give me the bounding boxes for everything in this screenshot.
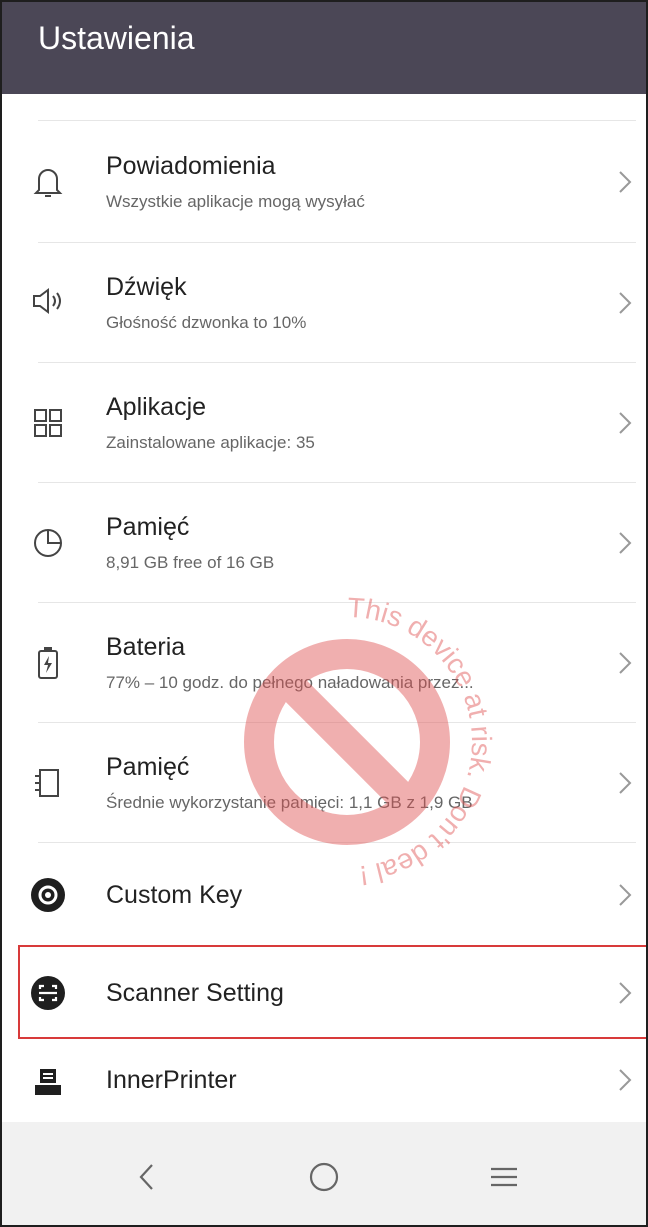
page-title: Ustawienia xyxy=(38,20,195,56)
settings-item-scanner-setting[interactable]: Scanner Setting xyxy=(2,948,646,1038)
home-icon xyxy=(309,1162,339,1192)
settings-item-title: InnerPrinter xyxy=(106,1066,237,1094)
settings-item-custom-key[interactable]: Custom Key xyxy=(2,843,646,948)
chevron-right-icon xyxy=(619,772,632,794)
chevron-right-icon xyxy=(619,982,632,1004)
memory-chip-icon xyxy=(30,765,66,801)
settings-item-memory[interactable]: Pamięć Średnie wykorzystanie pamięci: 1,… xyxy=(2,723,646,843)
menu-icon xyxy=(491,1167,517,1187)
app-header: Ustawienia xyxy=(2,2,646,94)
settings-item-subtitle: 8,91 GB free of 16 GB xyxy=(106,553,275,572)
printer-icon xyxy=(30,1064,66,1100)
settings-item-title: Custom Key xyxy=(106,881,243,909)
settings-item-title: Scanner Setting xyxy=(106,979,284,1007)
chevron-right-icon xyxy=(619,171,632,193)
settings-item-notifications[interactable]: Powiadomienia Wszystkie aplikacje mogą w… xyxy=(2,122,646,242)
settings-item-inner-printer[interactable]: InnerPrinter xyxy=(2,1038,646,1122)
divider xyxy=(38,120,636,121)
home-button[interactable] xyxy=(294,1152,354,1202)
pie-chart-icon xyxy=(30,525,66,561)
menu-button[interactable] xyxy=(474,1152,534,1202)
settings-item-subtitle: Głośność dzwonka to 10% xyxy=(106,313,307,332)
chevron-right-icon xyxy=(619,652,632,674)
settings-item-apps[interactable]: Aplikacje Zainstalowane aplikacje: 35 xyxy=(2,363,646,483)
back-icon xyxy=(139,1164,153,1190)
battery-icon xyxy=(30,645,66,681)
settings-item-battery[interactable]: Bateria 77% – 10 godz. do pełnego nałado… xyxy=(2,603,646,723)
apps-grid-icon xyxy=(30,405,66,441)
bell-icon xyxy=(30,164,66,200)
settings-item-subtitle: 77% – 10 godz. do pełnego naładowania pr… xyxy=(106,673,474,692)
settings-item-subtitle: Zainstalowane aplikacje: 35 xyxy=(106,433,315,452)
settings-item-subtitle: Wszystkie aplikacje mogą wysyłać xyxy=(106,192,365,211)
settings-item-storage[interactable]: Pamięć 8,91 GB free of 16 GB xyxy=(2,483,646,603)
chevron-right-icon xyxy=(619,412,632,434)
settings-item-title: Powiadomienia xyxy=(106,152,276,180)
scanner-icon xyxy=(30,975,66,1011)
chevron-right-icon xyxy=(619,884,632,906)
back-button[interactable] xyxy=(116,1152,176,1202)
chevron-right-icon xyxy=(619,1069,632,1091)
settings-item-title: Pamięć xyxy=(106,753,190,781)
settings-item-subtitle: Średnie wykorzystanie pamięci: 1,1 GB z … xyxy=(106,793,473,812)
chevron-right-icon xyxy=(619,532,632,554)
settings-item-title: Bateria xyxy=(106,633,186,661)
settings-item-title: Aplikacje xyxy=(106,393,207,421)
settings-item-title: Pamięć xyxy=(106,513,190,541)
settings-screen: Ustawienia Powiadomienia Wszystkie aplik… xyxy=(0,0,648,1227)
settings-item-title: Dźwięk xyxy=(106,273,187,301)
settings-item-sound[interactable]: Dźwięk Głośność dzwonka to 10% xyxy=(2,243,646,363)
speaker-icon xyxy=(30,283,66,319)
gear-icon xyxy=(30,877,66,913)
system-nav-bar xyxy=(2,1122,646,1225)
chevron-right-icon xyxy=(619,292,632,314)
